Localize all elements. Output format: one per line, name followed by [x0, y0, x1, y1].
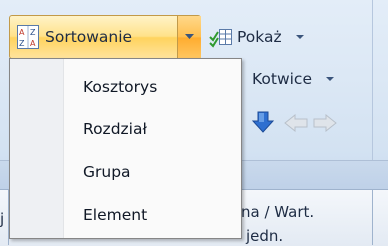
- menu-icon-gutter: [10, 59, 64, 238]
- grid-header-cell-price[interactable]: na / Wart. jedn.: [238, 189, 372, 245]
- anchors-button-label: Kotwice: [252, 70, 312, 88]
- menu-item-kosztorys[interactable]: Kosztorys: [64, 67, 240, 107]
- ribbon-separator: [372, 0, 373, 160]
- svg-text:Z: Z: [19, 39, 25, 48]
- arrow-down-icon[interactable]: [252, 110, 274, 134]
- menu-item-rozdzial[interactable]: Rozdział: [64, 109, 240, 149]
- sort-button[interactable]: A Z Z A Sortowanie: [10, 16, 176, 58]
- grid-header-cell-line2: jedn.: [246, 227, 284, 245]
- show-button[interactable]: Pokaż: [209, 23, 304, 51]
- grid-column-divider: [372, 189, 373, 245]
- sort-button-label: Sortowanie: [45, 28, 133, 46]
- show-button-label: Pokaż: [237, 28, 282, 46]
- chevron-down-icon: [295, 35, 304, 39]
- arrow-left-icon[interactable]: [284, 114, 308, 132]
- menu-item-grupa[interactable]: Grupa: [64, 152, 240, 192]
- menu-item-label: Kosztorys: [83, 78, 158, 96]
- chevron-down-icon: [185, 34, 194, 39]
- svg-text:Z: Z: [30, 28, 36, 37]
- menu-item-label: Rozdział: [83, 120, 147, 138]
- grid-header-cell: j: [0, 210, 5, 228]
- menu-item-label: Element: [83, 206, 148, 224]
- chevron-down-icon: [326, 77, 334, 81]
- sort-az-icon: A Z Z A: [17, 25, 39, 49]
- sort-dropdown-menu: Kosztorys Rozdział Grupa Element: [9, 58, 242, 239]
- svg-text:A: A: [30, 39, 36, 48]
- sort-dropdown-arrow[interactable]: [177, 16, 201, 58]
- arrow-right-icon[interactable]: [313, 114, 337, 132]
- show-columns-icon: [209, 26, 233, 48]
- svg-text:A: A: [19, 28, 25, 37]
- anchors-button[interactable]: Kotwice: [252, 65, 334, 93]
- grid-header-cell-line1: na / Wart.: [241, 203, 315, 221]
- sort-split-button[interactable]: A Z Z A Sortowanie: [9, 15, 201, 59]
- menu-item-label: Grupa: [83, 163, 131, 181]
- menu-item-element[interactable]: Element: [64, 195, 240, 235]
